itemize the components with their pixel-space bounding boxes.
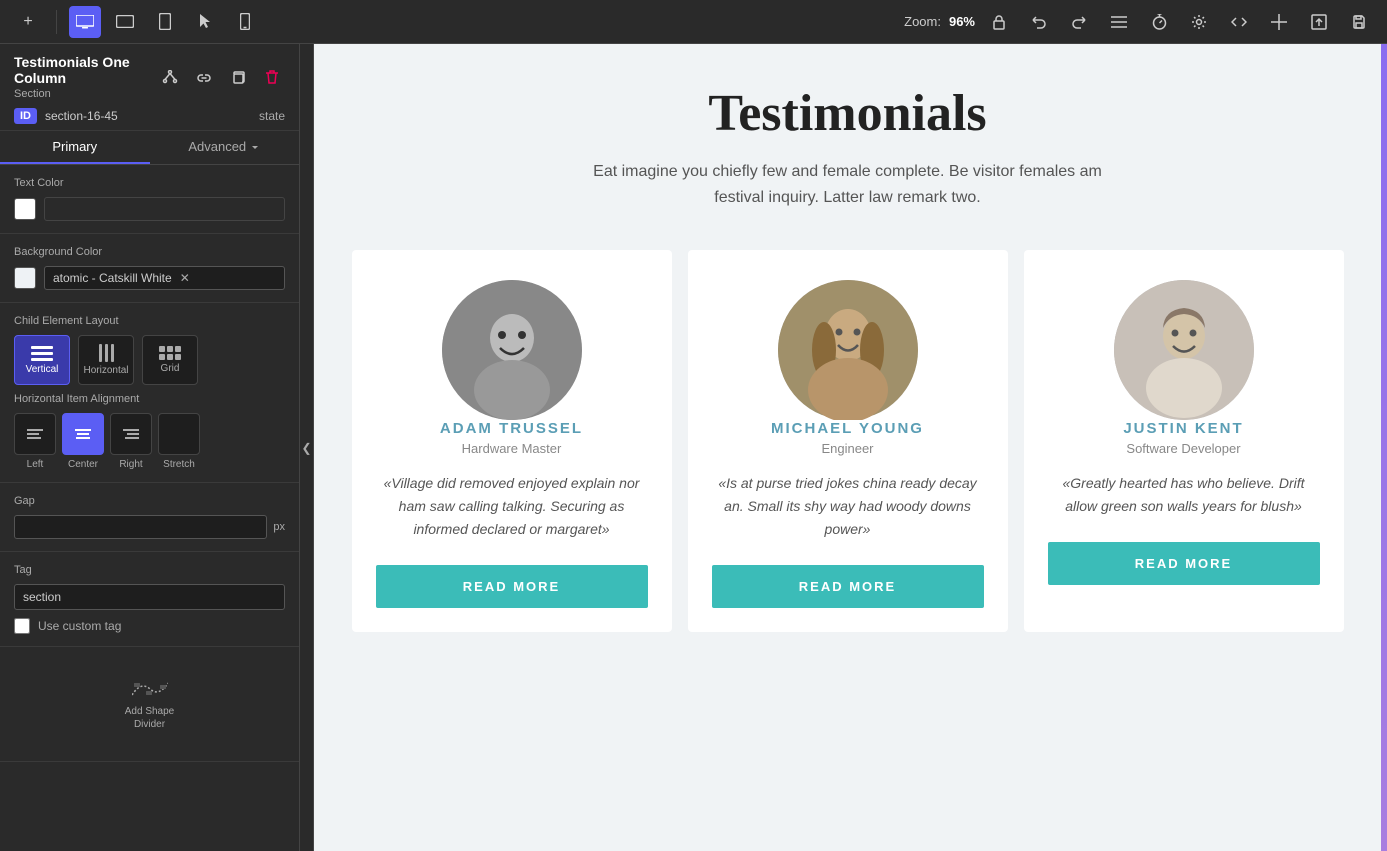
align-stretch[interactable] [158, 413, 200, 455]
tab-bar: Primary Advanced [0, 131, 299, 165]
toolbar-right: Zoom: 96% [904, 6, 1375, 38]
zoom-label: Zoom: [904, 14, 941, 29]
id-value: section-16-45 [45, 109, 118, 123]
testimonial-cards: ADAM TRUSSEL Hardware Master «Village di… [344, 250, 1351, 632]
section-heading: Testimonials [344, 84, 1351, 143]
bg-color-remove[interactable]: ✕ [180, 271, 190, 285]
avatar-2 [778, 280, 918, 420]
right-border [1381, 44, 1387, 851]
bg-color-swatch[interactable] [14, 267, 36, 289]
timer-tool[interactable] [1143, 6, 1175, 38]
gap-label: Gap [14, 495, 285, 507]
layout-vertical[interactable]: Vertical [14, 335, 70, 385]
panel-collapse-btn[interactable]: ❮ [300, 44, 314, 851]
separator-1 [56, 10, 57, 34]
layout-grid[interactable]: Grid [142, 335, 198, 385]
add-shape-divider-btn[interactable]: Add Shape Divider [110, 665, 190, 743]
text-color-input[interactable] [44, 197, 285, 221]
testimonial-card-1: ADAM TRUSSEL Hardware Master «Village di… [352, 250, 672, 632]
gap-unit: px [273, 521, 285, 533]
avatar-1 [442, 280, 582, 420]
canvas-area: Testimonials Eat imagine you chiefly few… [314, 44, 1381, 851]
testimonial-card-3: JUSTIN KENT Software Developer «Greatly … [1024, 250, 1344, 632]
panel-section-title: Testimonials One Column [14, 54, 157, 86]
layout-vertical-label: Vertical [26, 364, 59, 375]
align-right[interactable] [110, 413, 152, 455]
avatar-3 [1114, 280, 1254, 420]
person-title-2: Engineer [821, 441, 873, 456]
align-left-label: Left [14, 459, 56, 470]
text-color-section: Text Color [0, 165, 299, 234]
canvas-content: Testimonials Eat imagine you chiefly few… [314, 44, 1381, 851]
plus-grid-tool[interactable] [1263, 6, 1295, 38]
tablet-portrait-tool[interactable] [149, 6, 181, 38]
undo-tool[interactable] [1023, 6, 1055, 38]
text-color-label: Text Color [14, 177, 285, 189]
child-layout-section: Child Element Layout Vertical Horizontal… [0, 303, 299, 483]
hierarchy-icon[interactable] [157, 64, 183, 90]
desktop-view-tool[interactable] [69, 6, 101, 38]
toolbar: + Zoom: 96% [0, 0, 1387, 44]
tab-advanced[interactable]: Advanced [150, 131, 300, 164]
lock-tool[interactable] [983, 6, 1015, 38]
tag-section: Tag section div article main aside Use c… [0, 552, 299, 647]
testimonial-card-2: MICHAEL YOUNG Engineer «Is at purse trie… [688, 250, 1008, 632]
text-color-swatch[interactable] [14, 198, 36, 220]
layout-horizontal-label: Horizontal [83, 365, 128, 376]
gap-input[interactable] [14, 515, 267, 539]
child-layout-label: Child Element Layout [14, 315, 285, 327]
person-name-1: ADAM TRUSSEL [440, 420, 583, 437]
testimonials-section: Testimonials Eat imagine you chiefly few… [344, 84, 1351, 632]
tablet-landscape-tool[interactable] [109, 6, 141, 38]
gap-section: Gap px [0, 483, 299, 552]
bg-color-value: atomic - Catskill White [53, 271, 172, 285]
left-panel: Testimonials One Column Section [0, 44, 300, 851]
gear-tool[interactable] [1183, 6, 1215, 38]
align-center[interactable] [62, 413, 104, 455]
cursor-tool[interactable] [189, 6, 221, 38]
person-name-3: JUSTIN KENT [1123, 420, 1243, 437]
custom-tag-label: Use custom tag [38, 619, 121, 633]
list-tool[interactable] [1103, 6, 1135, 38]
layout-grid-label: Grid [161, 363, 180, 374]
code-tool[interactable] [1223, 6, 1255, 38]
read-more-btn-2[interactable]: READ MORE [712, 565, 984, 608]
section-subtext: Eat imagine you chiefly few and female c… [588, 159, 1108, 210]
align-left[interactable] [14, 413, 56, 455]
link-icon[interactable] [191, 64, 217, 90]
bg-color-label: Background Color [14, 246, 285, 258]
custom-tag-checkbox[interactable] [14, 618, 30, 634]
panel-section-type: Section [14, 88, 157, 100]
testimonial-quote-3: «Greatly hearted has who believe. Drift … [1048, 472, 1320, 518]
testimonial-quote-1: «Village did removed enjoyed explain nor… [376, 472, 648, 541]
add-tool[interactable]: + [12, 6, 44, 38]
state-label: state [259, 109, 285, 123]
testimonial-quote-2: «Is at purse tried jokes china ready dec… [712, 472, 984, 541]
delete-icon[interactable] [259, 64, 285, 90]
add-shape-label: Add Shape Divider [110, 705, 190, 731]
person-name-2: MICHAEL YOUNG [771, 420, 924, 437]
save-tool[interactable] [1343, 6, 1375, 38]
zoom-value: 96% [949, 14, 975, 29]
align-right-label: Right [110, 459, 152, 470]
person-title-1: Hardware Master [462, 441, 562, 456]
read-more-btn-3[interactable]: READ MORE [1048, 542, 1320, 585]
align-center-label: Center [62, 459, 104, 470]
background-color-section: Background Color atomic - Catskill White… [0, 234, 299, 303]
id-badge: ID [14, 108, 37, 124]
read-more-btn-1[interactable]: READ MORE [376, 565, 648, 608]
mobile-tool[interactable] [229, 6, 261, 38]
main-layout: Testimonials One Column Section [0, 44, 1387, 851]
tab-primary[interactable]: Primary [0, 131, 150, 164]
tag-label: Tag [14, 564, 285, 576]
align-label: Horizontal Item Alignment [14, 393, 285, 405]
person-title-3: Software Developer [1126, 441, 1240, 456]
layout-horizontal[interactable]: Horizontal [78, 335, 134, 385]
duplicate-icon[interactable] [225, 64, 251, 90]
redo-tool[interactable] [1063, 6, 1095, 38]
align-stretch-label: Stretch [158, 459, 200, 470]
export-tool[interactable] [1303, 6, 1335, 38]
tag-select[interactable]: section div article main aside [14, 584, 285, 610]
